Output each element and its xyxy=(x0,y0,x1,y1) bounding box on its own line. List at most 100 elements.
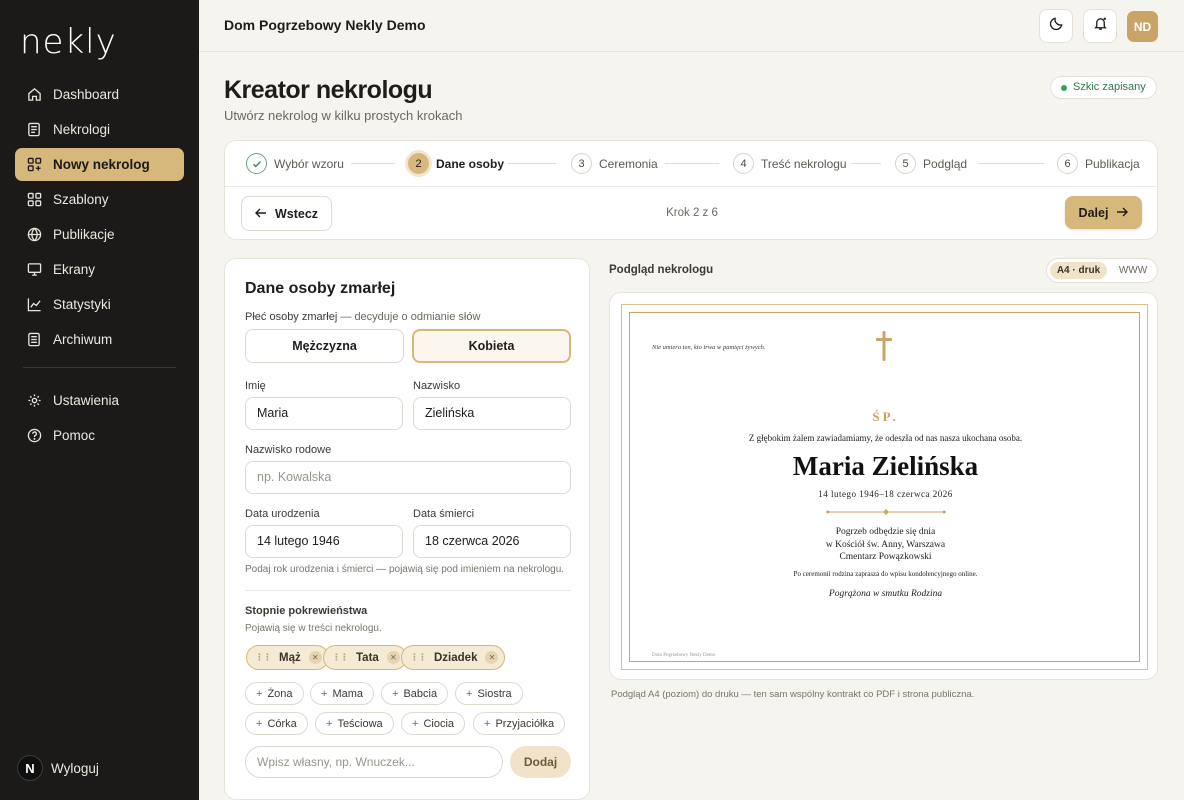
user-initial-badge: N xyxy=(17,755,43,781)
notifications-button[interactable] xyxy=(1083,9,1117,43)
step-podglad[interactable]: 5 Podgląd xyxy=(895,153,967,174)
archive-icon xyxy=(26,332,42,348)
chip-label: Ciocia xyxy=(423,717,455,730)
chip-label: Przyjaciółka xyxy=(495,717,555,730)
step-publikacja[interactable]: 6 Publikacja xyxy=(1057,153,1140,174)
obituary-after-ceremony: Po ceremonii rodzina zaprasza do wpisu k… xyxy=(793,570,978,578)
bell-icon xyxy=(1093,16,1108,36)
step-label: Dane osoby xyxy=(436,156,505,171)
sidebar-item-label: Statystyki xyxy=(53,297,111,312)
birth-date-field[interactable]: 14 lutego 1946 xyxy=(245,525,403,558)
add-kinship-tesciowa[interactable]: + Teściowa xyxy=(315,712,394,735)
custom-kinship-input[interactable]: Wpisz własny, np. Wnuczek... xyxy=(245,746,503,778)
drag-handle-icon[interactable]: ⋮⋮ xyxy=(410,652,427,663)
sidebar: nekly Dashboard Nekrologi Nowy nekrolog … xyxy=(0,0,199,800)
kinship-title: Stopnie pokrewieństwa xyxy=(245,605,368,617)
sidebar-item-statystyki[interactable]: Statystyki xyxy=(15,288,184,321)
step-dane-osoby[interactable]: 2 Dane osoby xyxy=(408,153,504,174)
sidebar-item-szablony[interactable]: Szablony xyxy=(15,183,184,216)
add-kinship-mama[interactable]: + Mama xyxy=(310,682,374,705)
avatar[interactable]: ND xyxy=(1127,11,1158,42)
step-connector xyxy=(851,163,881,164)
organization-name: Dom Pogrzebowy Nekly Demo xyxy=(224,17,426,33)
plus-icon: + xyxy=(392,687,399,700)
chip-label: Mama xyxy=(332,687,363,700)
add-kinship-zona[interactable]: + Żona xyxy=(245,682,304,705)
drag-handle-icon[interactable]: ⋮⋮ xyxy=(332,652,349,663)
sidebar-item-label: Nekrologi xyxy=(53,122,111,137)
step-counter: Krok 2 z 6 xyxy=(666,207,718,219)
add-kinship-siostra[interactable]: + Siostra xyxy=(455,682,523,705)
sidebar-nav: Dashboard Nekrologi Nowy nekrolog Szablo… xyxy=(15,78,184,454)
remove-chip-icon[interactable]: ✕ xyxy=(308,651,322,664)
step-label: Wybór wzoru xyxy=(274,156,344,171)
logout-button[interactable]: N Wyloguj xyxy=(17,755,99,781)
sidebar-item-nowy-nekrolog[interactable]: Nowy nekrolog xyxy=(15,148,184,181)
sidebar-item-publikacje[interactable]: Publikacje xyxy=(15,218,184,251)
steps-row: Wybór wzoru 2 Dane osoby 3 Ceremonia 4 T… xyxy=(225,141,1159,187)
maiden-name-field[interactable]: np. Kowalska xyxy=(245,461,571,494)
sidebar-item-ustawienia[interactable]: Ustawienia xyxy=(15,384,184,417)
gender-female-option[interactable]: Kobieta xyxy=(412,329,571,363)
last-name-field[interactable]: Zielińska xyxy=(413,397,571,430)
add-kinship-przyjaciolka[interactable]: + Przyjaciółka xyxy=(473,712,566,735)
remove-chip-icon[interactable]: ✕ xyxy=(485,651,499,664)
sidebar-item-ekrany[interactable]: Ekrany xyxy=(15,253,184,286)
obituary-signature: Pogrążona w smutku Rodzina xyxy=(828,589,943,599)
step-wybor-wzoru[interactable]: Wybór wzoru xyxy=(246,153,344,174)
add-kinship-corka[interactable]: + Córka xyxy=(245,712,308,735)
moon-icon xyxy=(1049,16,1064,36)
obituary-ceremony-line-1: Pogrzeb odbędzie się dnia xyxy=(835,527,936,537)
kinship-hint: Pojawią się w treści nekrologu. xyxy=(245,623,382,634)
monitor-icon xyxy=(26,262,42,278)
chip-label: Mąż xyxy=(279,651,301,664)
cross-icon xyxy=(876,331,892,366)
sidebar-item-pomoc[interactable]: Pomoc xyxy=(15,419,184,452)
step-label: Treść nekrologu xyxy=(761,156,847,171)
person-form-card: Dane osoby zmarłej Płeć osoby zmarłej — … xyxy=(224,258,590,800)
add-kinship-babcia[interactable]: + Babcia xyxy=(381,682,449,705)
add-kinship-ciocia[interactable]: + Ciocia xyxy=(401,712,466,735)
chip-label: Teściowa xyxy=(337,717,383,730)
step-label: Publikacja xyxy=(1085,156,1140,171)
plus-icon: + xyxy=(321,687,328,700)
obituary-dates: 14 lutego 1946–18 czerwca 2026 xyxy=(818,489,953,499)
gender-male-option[interactable]: Mężczyzna xyxy=(245,329,404,363)
step-connector xyxy=(978,163,1044,164)
kinship-chip-maz[interactable]: ⋮⋮ Mąż ✕ xyxy=(246,645,329,670)
wizard-stepper: Wybór wzoru 2 Dane osoby 3 Ceremonia 4 T… xyxy=(224,140,1159,240)
add-kinship-button[interactable]: Dodaj xyxy=(510,746,571,778)
preview-mode-a4[interactable]: A4 · druk xyxy=(1050,262,1107,279)
kinship-chip-tata[interactable]: ⋮⋮ Tata ✕ xyxy=(323,645,407,670)
gender-label-text: Płeć osoby zmarłej xyxy=(245,311,338,323)
obituary-preview: Nie umiera ten, kto trwa w pamięci żywyc… xyxy=(609,292,1158,680)
grid-icon xyxy=(26,192,42,208)
step-tresc-nekrologu[interactable]: 4 Treść nekrologu xyxy=(733,153,847,174)
step-ceremonia[interactable]: 3 Ceremonia xyxy=(571,153,658,174)
kinship-chip-dziadek[interactable]: ⋮⋮ Dziadek ✕ xyxy=(401,645,506,670)
preview-mode-www[interactable]: WWW xyxy=(1111,262,1155,279)
theme-toggle-button[interactable] xyxy=(1039,9,1073,43)
sidebar-item-nekrologi[interactable]: Nekrologi xyxy=(15,113,184,146)
document-icon xyxy=(26,122,42,138)
preview-label: Podgląd nekrologu xyxy=(609,264,714,276)
dates-hint: Podaj rok urodzenia i śmierci — pojawią … xyxy=(245,564,565,575)
help-icon xyxy=(26,428,42,444)
sidebar-divider xyxy=(23,367,176,368)
drag-handle-icon[interactable]: ⋮⋮ xyxy=(255,652,272,663)
page-subtitle: Utwórz nekrolog w kilku prostych krokach xyxy=(224,108,463,123)
obituary-ceremony-line-3: Cmentarz Powązkowski xyxy=(839,552,932,562)
section-divider xyxy=(245,590,571,591)
next-button[interactable]: Dalej xyxy=(1065,196,1142,229)
nekly-logo: nekly xyxy=(20,22,117,62)
birth-date-label: Data urodzenia xyxy=(245,508,320,520)
first-name-label: Imię xyxy=(245,380,266,392)
last-name-label: Nazwisko xyxy=(413,380,461,392)
arrow-right-icon xyxy=(1116,206,1129,220)
home-icon xyxy=(26,87,42,103)
death-date-field[interactable]: 18 czerwca 2026 xyxy=(413,525,571,558)
remove-chip-icon[interactable]: ✕ xyxy=(386,651,400,664)
sidebar-item-archiwum[interactable]: Archiwum xyxy=(15,323,184,356)
sidebar-item-dashboard[interactable]: Dashboard xyxy=(15,78,184,111)
first-name-field[interactable]: Maria xyxy=(245,397,403,430)
